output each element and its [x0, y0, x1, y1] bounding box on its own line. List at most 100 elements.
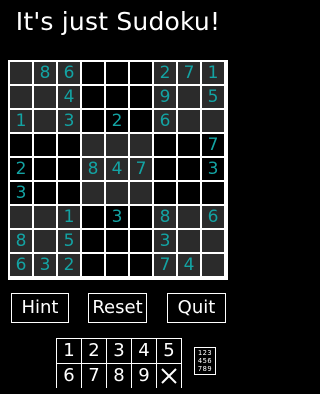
- board-cell[interactable]: [10, 134, 32, 156]
- hint-button[interactable]: Hint: [11, 293, 69, 323]
- keypad-digit-1[interactable]: 1: [57, 339, 81, 363]
- keypad-digit-9[interactable]: 9: [132, 364, 156, 388]
- notes-toggle-digits: 123 456 789: [196, 349, 214, 373]
- board-cell[interactable]: [58, 158, 80, 180]
- board-cell[interactable]: [130, 86, 152, 108]
- keypad-digit-5[interactable]: 5: [157, 339, 181, 363]
- board-cell[interactable]: [10, 62, 32, 84]
- keypad-digit-2[interactable]: 2: [82, 339, 106, 363]
- board-cell[interactable]: [178, 158, 200, 180]
- notes-toggle-row: 789: [197, 365, 213, 373]
- board-cell[interactable]: [202, 182, 224, 204]
- board-cell[interactable]: 2: [106, 110, 128, 132]
- board-cell[interactable]: 5: [58, 230, 80, 252]
- board-cell[interactable]: 2: [154, 62, 176, 84]
- board-cell[interactable]: 7: [154, 254, 176, 276]
- board-cell[interactable]: 8: [154, 206, 176, 228]
- board-cell[interactable]: 6: [154, 110, 176, 132]
- board-cell[interactable]: 3: [202, 158, 224, 180]
- board-cell[interactable]: [82, 134, 104, 156]
- board-cell[interactable]: [202, 254, 224, 276]
- board-cell[interactable]: [130, 230, 152, 252]
- board-cell[interactable]: [130, 206, 152, 228]
- board-cell[interactable]: 3: [34, 254, 56, 276]
- board-cell[interactable]: [178, 86, 200, 108]
- board-cell[interactable]: [106, 86, 128, 108]
- board-cell[interactable]: [58, 182, 80, 204]
- board-cell[interactable]: 6: [10, 254, 32, 276]
- board-cell[interactable]: [106, 230, 128, 252]
- board-cell[interactable]: [106, 182, 128, 204]
- board-cell[interactable]: 4: [58, 86, 80, 108]
- board-cell[interactable]: 3: [58, 110, 80, 132]
- pencil-marks-grid-icon[interactable]: 123 456 789: [194, 347, 216, 375]
- board-cell[interactable]: [34, 134, 56, 156]
- board-cell[interactable]: 7: [130, 158, 152, 180]
- board-cell[interactable]: 3: [106, 206, 128, 228]
- board-cell[interactable]: 6: [58, 62, 80, 84]
- board-cell[interactable]: [34, 110, 56, 132]
- board-cell[interactable]: [82, 110, 104, 132]
- board-cell[interactable]: [154, 134, 176, 156]
- board-cell[interactable]: 3: [10, 182, 32, 204]
- board-cell[interactable]: 9: [154, 86, 176, 108]
- board-cell[interactable]: 3: [154, 230, 176, 252]
- board-cell[interactable]: [82, 230, 104, 252]
- quit-button[interactable]: Quit: [167, 293, 226, 323]
- board-cell[interactable]: 1: [10, 110, 32, 132]
- board-cell[interactable]: [130, 182, 152, 204]
- board-cell[interactable]: 4: [178, 254, 200, 276]
- board-cell[interactable]: [178, 182, 200, 204]
- board-cell[interactable]: [10, 86, 32, 108]
- board-cell[interactable]: 8: [10, 230, 32, 252]
- board-cell[interactable]: [82, 62, 104, 84]
- board-cell[interactable]: 1: [202, 62, 224, 84]
- board-cell[interactable]: [34, 230, 56, 252]
- board-cell[interactable]: [34, 182, 56, 204]
- notes-toggle-row: 123: [197, 349, 213, 357]
- keypad-digit-3[interactable]: 3: [107, 339, 131, 363]
- board-cell[interactable]: [202, 110, 224, 132]
- board-cell[interactable]: [34, 158, 56, 180]
- board-cell[interactable]: [82, 182, 104, 204]
- board-cell[interactable]: 4: [106, 158, 128, 180]
- board-cell[interactable]: [202, 230, 224, 252]
- board-cell[interactable]: [106, 62, 128, 84]
- board-cell[interactable]: 8: [34, 62, 56, 84]
- board-cell[interactable]: [106, 254, 128, 276]
- board-cell[interactable]: 6: [202, 206, 224, 228]
- page-title: It's just Sudoku!: [15, 7, 221, 36]
- board-cell[interactable]: [178, 230, 200, 252]
- keypad-digit-4[interactable]: 4: [132, 339, 156, 363]
- board-cell[interactable]: [58, 134, 80, 156]
- board-cell[interactable]: [154, 182, 176, 204]
- board-cell[interactable]: [130, 254, 152, 276]
- keypad-digit-6[interactable]: 6: [57, 364, 81, 388]
- board-cell[interactable]: [178, 134, 200, 156]
- board-cell[interactable]: [82, 254, 104, 276]
- board-cell[interactable]: 1: [58, 206, 80, 228]
- keypad-digit-8[interactable]: 8: [107, 364, 131, 388]
- board-cell[interactable]: [82, 206, 104, 228]
- board-cell[interactable]: [82, 86, 104, 108]
- board-cell[interactable]: [178, 110, 200, 132]
- board-cell[interactable]: 7: [178, 62, 200, 84]
- board-cell[interactable]: [154, 158, 176, 180]
- board-cell[interactable]: 2: [10, 158, 32, 180]
- board-cell[interactable]: [178, 206, 200, 228]
- board-cell[interactable]: [130, 62, 152, 84]
- board-cell[interactable]: [130, 134, 152, 156]
- board-cell[interactable]: 2: [58, 254, 80, 276]
- board-cell[interactable]: 8: [82, 158, 104, 180]
- board-cell[interactable]: [106, 134, 128, 156]
- board-cell[interactable]: [10, 206, 32, 228]
- sudoku-board: 8627149513267284733138685363274: [8, 60, 228, 280]
- board-cell[interactable]: [130, 110, 152, 132]
- board-cell[interactable]: [34, 86, 56, 108]
- keypad-digit-7[interactable]: 7: [82, 364, 106, 388]
- reset-button[interactable]: Reset: [88, 293, 147, 323]
- clear-x-icon[interactable]: [157, 364, 181, 388]
- board-cell[interactable]: 7: [202, 134, 224, 156]
- board-cell[interactable]: [34, 206, 56, 228]
- board-cell[interactable]: 5: [202, 86, 224, 108]
